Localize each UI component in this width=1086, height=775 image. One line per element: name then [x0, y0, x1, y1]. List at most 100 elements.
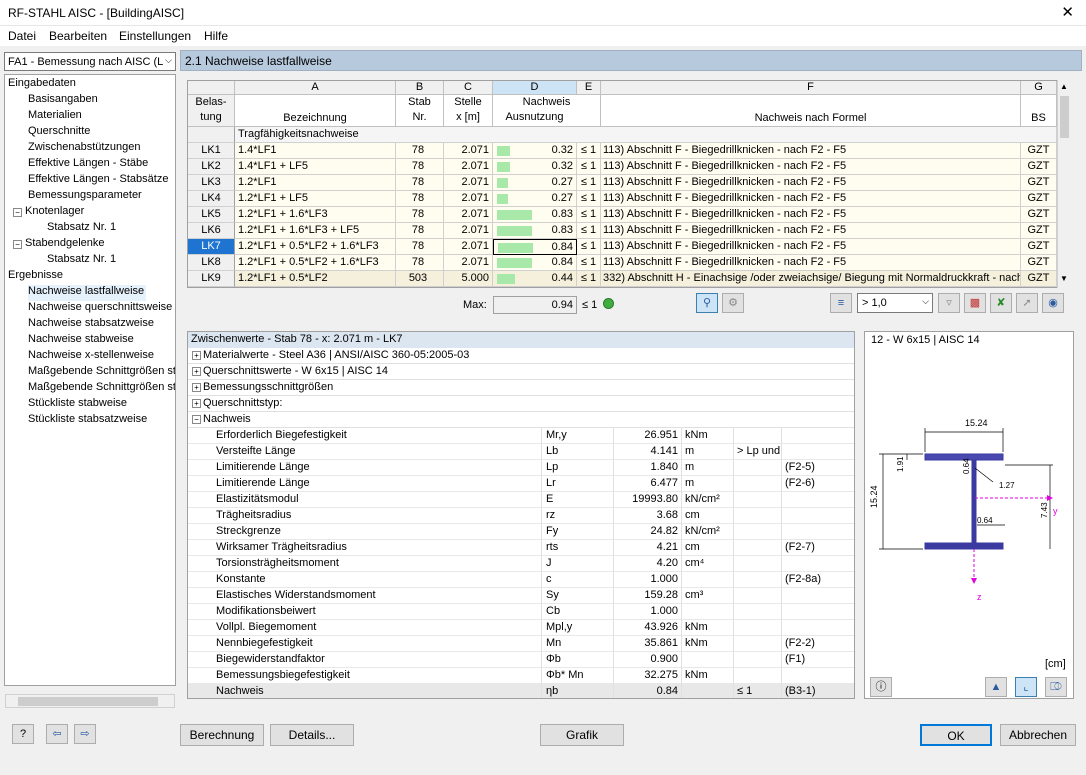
zw-group[interactable]: − Nachweis [188, 412, 854, 428]
tree-item-out[interactable]: Nachweise querschnittsweise [28, 301, 174, 317]
cell-formel[interactable]: 113) Abschnitt F - Biegedrillknicken - n… [601, 207, 1021, 223]
tree-item-in[interactable]: Stabsatz Nr. 1 [47, 221, 116, 237]
cell-stelle[interactable]: 2.071 [444, 255, 493, 271]
cell-bs[interactable]: GZT [1021, 207, 1057, 223]
cell-bs[interactable]: GZT [1021, 143, 1057, 159]
cell-le[interactable]: ≤ 1 [577, 271, 601, 287]
cell-le[interactable]: ≤ 1 [577, 159, 601, 175]
cell-ausnutzung[interactable]: 0.27 [493, 191, 577, 207]
select-icon[interactable]: ➚ [1016, 293, 1038, 313]
abbrechen-button[interactable]: Abbrechen [1000, 724, 1076, 746]
tree-item-in[interactable]: Zwischenabstützungen [28, 141, 141, 157]
cell-ausnutzung[interactable]: 0.32 [493, 143, 577, 159]
cell-stab[interactable]: 503 [396, 271, 444, 287]
cell-ausnutzung[interactable]: 0.44 [493, 271, 577, 287]
tree-item-in[interactable]: Effektive Längen - Stäbe [28, 157, 148, 173]
cell-le[interactable]: ≤ 1 [577, 143, 601, 159]
cell-bezeichnung[interactable]: 1.2*LF1 + 1.6*LF3 [235, 207, 396, 223]
tree-item-in[interactable]: Stabsatz Nr. 1 [47, 253, 116, 269]
cell-formel[interactable]: 113) Abschnitt F - Biegedrillknicken - n… [601, 159, 1021, 175]
row-header-lk[interactable]: LK1 [188, 143, 235, 159]
cell-formel[interactable]: 332) Abschnitt H - Einachsige /oder zwei… [601, 271, 1021, 287]
cell-stelle[interactable]: 2.071 [444, 223, 493, 239]
cell-bs[interactable]: GZT [1021, 239, 1057, 255]
expand-icon[interactable]: + [192, 398, 201, 408]
collapse-icon[interactable]: − [192, 414, 201, 424]
cell-stab[interactable]: 78 [396, 255, 444, 271]
cell-bezeichnung[interactable]: 1.2*LF1 + 1.6*LF3 + LF5 [235, 223, 396, 239]
menu-datei[interactable]: Datei [8, 29, 36, 43]
expand-icon[interactable]: + [192, 382, 201, 392]
tree-item-in[interactable]: Knotenlager [25, 205, 84, 221]
row-header-lk[interactable]: LK3 [188, 175, 235, 191]
close-icon[interactable]: ✕ [1061, 3, 1074, 21]
cell-bezeichnung[interactable]: 1.2*LF1 + 0.5*LF2 [235, 271, 396, 287]
cell-stab[interactable]: 78 [396, 207, 444, 223]
cell-ausnutzung[interactable]: 0.84 [493, 255, 577, 271]
menu-bearbeiten[interactable]: Bearbeiten [49, 29, 107, 43]
row-header-lk[interactable]: LK8 [188, 255, 235, 271]
help-icon[interactable]: ? [12, 724, 34, 744]
row-header-lk[interactable]: LK6 [188, 223, 235, 239]
cell-bezeichnung[interactable]: 1.4*LF1 + LF5 [235, 159, 396, 175]
cell-le[interactable]: ≤ 1 [577, 223, 601, 239]
cell-bs[interactable]: GZT [1021, 223, 1057, 239]
zw-group[interactable]: + Querschnittswerte - W 6x15 | AISC 14 [188, 364, 854, 380]
cell-bezeichnung[interactable]: 1.4*LF1 [235, 143, 396, 159]
color-scale-icon[interactable]: ▩ [964, 293, 986, 313]
table-vscrollbar[interactable]: ▲ ▼ [1057, 80, 1071, 288]
cell-formel[interactable]: 113) Abschnitt F - Biegedrillknicken - n… [601, 175, 1021, 191]
details-button[interactable]: Details... [270, 724, 354, 746]
cell-stelle[interactable]: 5.000 [444, 271, 493, 287]
expand-icon[interactable]: + [192, 366, 201, 376]
menu-einstellungen[interactable]: Einstellungen [119, 29, 191, 43]
expand-icon[interactable]: − [13, 208, 22, 217]
column-letter[interactable]: A [235, 81, 396, 95]
filter-icon[interactable]: ≡ [830, 293, 852, 313]
cell-stab[interactable]: 78 [396, 143, 444, 159]
column-letter[interactable]: F [601, 81, 1021, 95]
cell-ausnutzung[interactable]: 0.84 [493, 239, 577, 255]
graphic-off-icon[interactable]: ⚙ [722, 293, 744, 313]
cell-le[interactable]: ≤ 1 [577, 255, 601, 271]
zw-group[interactable]: + Materialwerte - Steel A36 | ANSI/AISC 3… [188, 348, 854, 364]
funnel-icon[interactable]: ▿ [938, 293, 960, 313]
cell-ausnutzung[interactable]: 0.27 [493, 175, 577, 191]
cell-bs[interactable]: GZT [1021, 271, 1057, 287]
tree-item-out[interactable]: Nachweise stabweise [28, 333, 136, 349]
cell-stelle[interactable]: 2.071 [444, 239, 493, 255]
axes-icon[interactable]: ⌞ [1015, 677, 1037, 697]
row-header-lk[interactable]: LK9 [188, 271, 235, 287]
eye-icon[interactable]: ◉ [1042, 293, 1064, 313]
import-icon[interactable]: ⇦ [46, 724, 68, 744]
cell-stelle[interactable]: 2.071 [444, 159, 493, 175]
cell-formel[interactable]: 113) Abschnitt F - Biegedrillknicken - n… [601, 255, 1021, 271]
cell-stelle[interactable]: 2.071 [444, 207, 493, 223]
cell-bezeichnung[interactable]: 1.2*LF1 [235, 175, 396, 191]
column-letter[interactable]: C [444, 81, 493, 95]
cell-le[interactable]: ≤ 1 [577, 207, 601, 223]
cell-stab[interactable]: 78 [396, 159, 444, 175]
cell-bezeichnung[interactable]: 1.2*LF1 + 0.5*LF2 + 1.6*LF3 [235, 255, 396, 271]
cell-ausnutzung[interactable]: 0.83 [493, 223, 577, 239]
cell-bezeichnung[interactable]: 1.2*LF1 + 0.5*LF2 + 1.6*LF3 [235, 239, 396, 255]
tree-item-in[interactable]: Effektive Längen - Stabsätze [28, 173, 168, 189]
filter-select[interactable]: > 1,0 ⌵ [857, 293, 933, 313]
info-icon[interactable]: ⓘ [870, 677, 892, 697]
row-header-lk[interactable]: LK2 [188, 159, 235, 175]
tree-item-out[interactable]: Nachweise lastfallweise [28, 285, 147, 301]
tree-item-in[interactable]: Stabendgelenke [25, 237, 105, 253]
zw-group[interactable]: + Bemessungsschnittgrößen [188, 380, 854, 396]
tree-item-in[interactable]: Materialien [28, 109, 82, 125]
cell-stelle[interactable]: 2.071 [444, 143, 493, 159]
cell-formel[interactable]: 113) Abschnitt F - Biegedrillknicken - n… [601, 143, 1021, 159]
cell-bs[interactable]: GZT [1021, 255, 1057, 271]
cell-bs[interactable]: GZT [1021, 175, 1057, 191]
cell-formel[interactable]: 113) Abschnitt F - Biegedrillknicken - n… [601, 191, 1021, 207]
cell-stelle[interactable]: 2.071 [444, 191, 493, 207]
cell-stab[interactable]: 78 [396, 191, 444, 207]
cell-formel[interactable]: 113) Abschnitt F - Biegedrillknicken - n… [601, 223, 1021, 239]
zw-group[interactable]: + Querschnittstyp: [188, 396, 854, 412]
berechnung-button[interactable]: Berechnung [180, 724, 264, 746]
cell-stab[interactable]: 78 [396, 175, 444, 191]
